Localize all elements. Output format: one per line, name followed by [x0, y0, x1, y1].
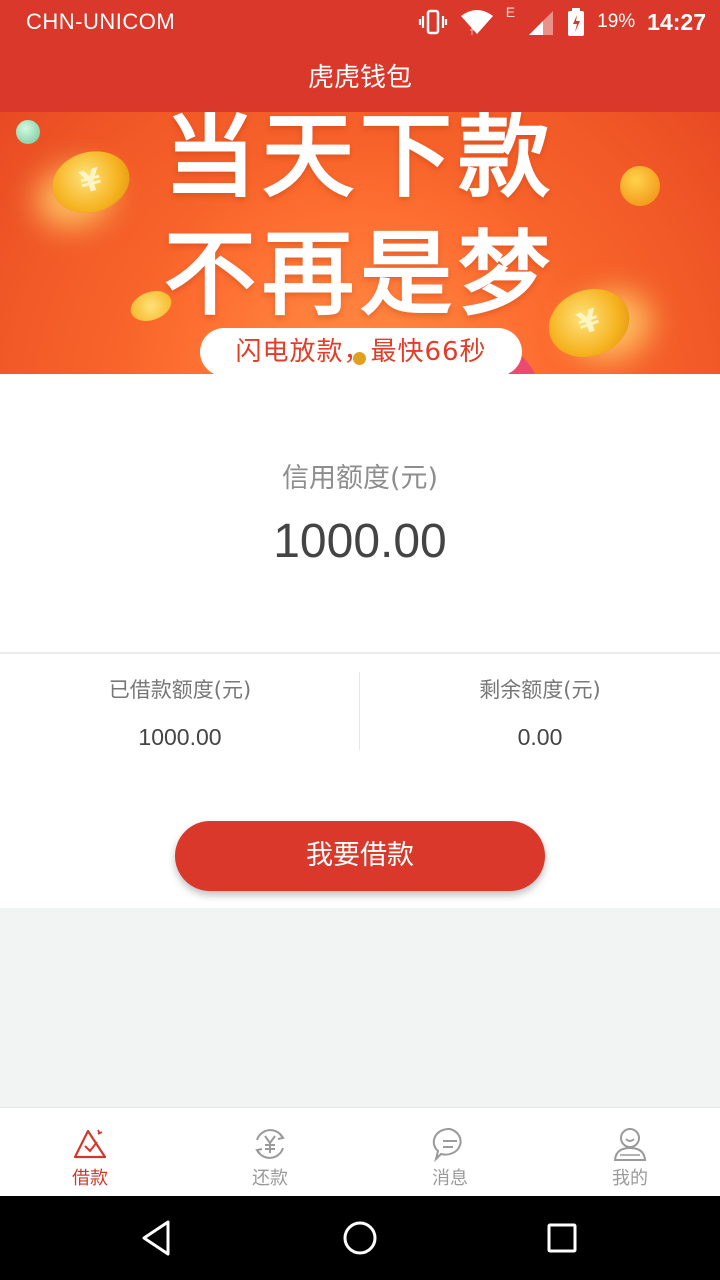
borrowed-label: 已借款额度(元) [108, 678, 252, 702]
battery-icon [567, 8, 585, 36]
banner-headline-2: 不再是梦 [163, 221, 556, 328]
page-title: 虎虎钱包 [307, 63, 412, 93]
back-icon[interactable] [136, 1216, 180, 1260]
tab-messages[interactable]: 消息 [360, 1108, 540, 1196]
battery-level: 19% [597, 11, 636, 32]
network-type-label: E [505, 4, 516, 20]
promo-banner[interactable]: ¥ ¥ 当天下款 不再是梦 闪电放款，最快66秒 [0, 112, 720, 374]
tab-messages-label: 消息 [432, 1168, 468, 1189]
repay-icon [252, 1126, 288, 1162]
tab-repay[interactable]: 还款 [180, 1108, 360, 1196]
status-bar: CHN-UNICOM E 19% 14:27 [0, 0, 720, 44]
message-icon [432, 1126, 468, 1163]
divider [0, 652, 720, 654]
credit-limit-value: 1000.00 [273, 515, 447, 568]
borrow-button[interactable]: 我要借款 [175, 821, 545, 891]
vibrate-icon [418, 9, 448, 35]
system-nav-bar [0, 1196, 720, 1280]
banner-indicator-dot [353, 352, 366, 365]
credit-panel: 信用额度(元) 1000.00 已借款额度(元) 1000.00 剩余额度(元)… [0, 374, 720, 908]
signal-icon [527, 9, 555, 35]
status-icons: E 19% 14:27 [418, 4, 706, 38]
borrow-icon [72, 1126, 108, 1162]
remaining-label: 剩余额度(元) [479, 678, 601, 702]
remaining-amount: 剩余额度(元) 0.00 [360, 674, 720, 751]
remaining-value: 0.00 [517, 724, 563, 750]
tab-borrow[interactable]: 借款 [0, 1108, 180, 1196]
wifi-icon [460, 8, 494, 36]
tab-borrow-label: 借款 [72, 1168, 108, 1189]
carrier-name: CHN-UNICOM [26, 9, 176, 34]
recents-icon[interactable] [540, 1216, 584, 1260]
credit-limit-label: 信用额度(元) [281, 463, 439, 494]
home-icon[interactable] [338, 1216, 382, 1260]
tab-profile-label: 我的 [612, 1168, 648, 1189]
borrowed-amount: 已借款额度(元) 1000.00 [0, 674, 360, 751]
bottom-tab-bar: 借款 还款 消息 我的 [0, 1107, 720, 1196]
tab-repay-label: 还款 [252, 1168, 288, 1189]
clock: 14:27 [647, 8, 706, 35]
tab-profile[interactable]: 我的 [540, 1108, 720, 1196]
banner-tagline: 闪电放款，最快66秒 [200, 328, 522, 374]
profile-icon [612, 1126, 648, 1162]
borrowed-value: 1000.00 [138, 724, 222, 750]
app-header: 虎虎钱包 [0, 44, 720, 112]
